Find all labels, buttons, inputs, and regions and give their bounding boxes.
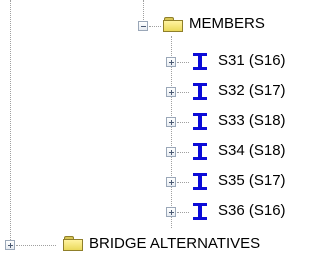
tree-view: MEMBERS S31 (S16) S32 (S17) S33 (S18) S3… (0, 0, 332, 260)
i-beam-icon (193, 143, 207, 160)
tree-node-member[interactable]: S35 (S17) (166, 170, 326, 192)
tree-node-label: S36 (S16) (218, 202, 286, 219)
i-beam-icon (193, 53, 207, 70)
tree-node-label: S34 (S18) (218, 142, 286, 159)
tree-node-label: S35 (S17) (218, 172, 286, 189)
tree-node-label: S33 (S18) (218, 112, 286, 129)
tree-node-label: S31 (S16) (218, 52, 286, 69)
tree-node-member[interactable]: S36 (S16) (166, 200, 326, 222)
i-beam-icon (193, 173, 207, 190)
i-beam-icon (193, 203, 207, 220)
tree-node-label: BRIDGE ALTERNATIVES (89, 235, 261, 252)
tree-guide-line (177, 122, 189, 123)
tree-node-members[interactable]: MEMBERS (138, 14, 298, 36)
tree-guide-line (177, 62, 189, 63)
folder-icon (163, 17, 183, 32)
collapse-toggle[interactable] (138, 21, 148, 31)
expand-toggle[interactable] (166, 117, 176, 127)
i-beam-icon (193, 113, 207, 130)
tree-node-label: S32 (S17) (218, 82, 286, 99)
tree-node-member[interactable]: S34 (S18) (166, 140, 326, 162)
tree-guide-line (177, 92, 189, 93)
expand-toggle[interactable] (166, 87, 176, 97)
expand-toggle[interactable] (166, 177, 176, 187)
tree-node-member[interactable]: S33 (S18) (166, 110, 326, 132)
tree-guide-line (177, 212, 189, 213)
i-beam-icon (193, 83, 207, 100)
expand-toggle[interactable] (166, 57, 176, 67)
expand-toggle[interactable] (166, 147, 176, 157)
tree-guide-line (16, 245, 56, 246)
tree-guide-line (10, 0, 11, 244)
folder-icon (63, 236, 83, 251)
tree-guide-line (177, 152, 189, 153)
expand-toggle[interactable] (5, 240, 15, 250)
tree-node-member[interactable]: S31 (S16) (166, 50, 326, 72)
tree-node-member[interactable]: S32 (S17) (166, 80, 326, 102)
tree-node-bridge-alternatives[interactable]: BRIDGE ALTERNATIVES (5, 232, 325, 256)
tree-guide-line (149, 26, 161, 27)
tree-node-label: MEMBERS (189, 15, 265, 32)
tree-guide-line (177, 182, 189, 183)
expand-toggle[interactable] (166, 207, 176, 217)
